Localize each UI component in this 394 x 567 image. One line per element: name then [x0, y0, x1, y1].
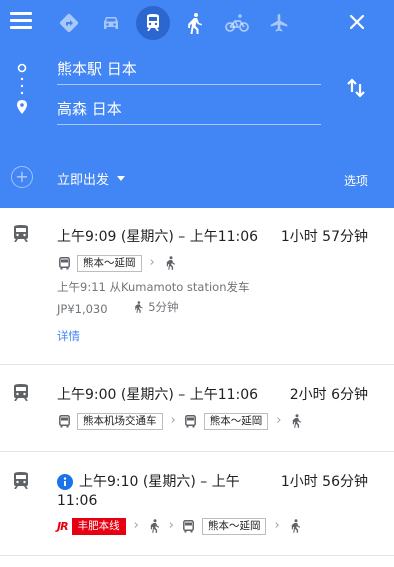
route-times: 上午9:09 (星期六) – 上午11:06	[57, 229, 259, 245]
chevron-right-icon: ›	[149, 255, 155, 270]
route-option[interactable]: 上午9:10 (星期六) – 上午 11:06 1小时 56分钟 JR 丰肥本线…	[0, 452, 394, 556]
bus-icon	[184, 413, 198, 429]
route-times-continued: 11:06	[57, 493, 98, 509]
add-stop-icon[interactable]: +	[11, 166, 33, 188]
bus-icon	[57, 413, 71, 429]
transit-line-chip: 熊本～延岡	[201, 517, 267, 535]
close-button[interactable]	[344, 9, 370, 35]
route-steps: 熊本机场交通车 › 熊本～延岡 ›	[57, 411, 303, 431]
bus-icon	[182, 518, 196, 534]
route-times: 上午9:10 (星期六) – 上午	[79, 474, 240, 490]
route-steps: JR 丰肥本线 › › 熊本～延岡 ›	[57, 516, 302, 536]
best-route-mode-button[interactable]	[48, 4, 90, 42]
route-duration: 2小时 6分钟	[289, 387, 368, 403]
transit-icon	[147, 14, 159, 31]
walk-icon	[147, 518, 161, 534]
transit-line-chip: 熊本机场交通车	[77, 412, 163, 430]
route-duration: 1小时 57分钟	[280, 229, 368, 245]
cycling-mode-button[interactable]	[216, 4, 258, 42]
transit-icon	[14, 384, 28, 401]
route-times: 上午9:00 (星期六) – 上午11:06	[57, 387, 259, 403]
bus-icon	[57, 255, 71, 271]
jr-logo-icon: JR	[57, 519, 69, 533]
chevron-right-icon: ›	[133, 518, 139, 533]
origin-dot-icon	[17, 63, 27, 73]
destination-pin-icon	[17, 100, 27, 114]
route-option[interactable]: 上午9:00 (星期六) – 上午11:06 2小时 6分钟 熊本机场交通车 ›…	[0, 365, 394, 452]
flight-mode-button[interactable]	[258, 4, 300, 42]
walk-icon	[288, 518, 302, 534]
hamburger-menu-icon[interactable]	[10, 12, 32, 32]
details-link[interactable]: 详情	[57, 328, 80, 344]
depart-time-dropdown[interactable]: 立即出发	[57, 169, 126, 188]
transit-line-chip: 熊本～延岡	[77, 254, 142, 272]
chevron-right-icon: ›	[170, 413, 176, 428]
destination-input[interactable]: 高森 日本	[57, 99, 321, 125]
chevron-right-icon: ›	[276, 413, 282, 428]
walk-duration: 5分钟	[133, 299, 179, 315]
chevron-right-icon: ›	[274, 518, 280, 533]
best-route-icon	[59, 13, 79, 33]
info-icon[interactable]	[57, 474, 73, 490]
departure-info: 上午9:11 从Kumamoto station发车	[57, 280, 250, 294]
options-button[interactable]: 选项	[344, 172, 368, 189]
walk-icon	[163, 255, 177, 271]
dropdown-caret-icon	[117, 176, 126, 181]
chevron-right-icon: ›	[168, 518, 174, 533]
fare-amount: JP¥1,030	[57, 302, 108, 316]
travel-mode-bar	[48, 3, 300, 43]
close-icon	[349, 14, 365, 30]
swap-icon[interactable]	[344, 76, 368, 100]
transit-icon	[14, 225, 28, 242]
walking-mode-button[interactable]	[174, 4, 216, 42]
depart-time-label: 立即出发	[57, 173, 110, 188]
route-option[interactable]: 上午9:09 (星期六) – 上午11:06 1小时 57分钟 熊本～延岡 › …	[0, 208, 394, 365]
transit-icon	[14, 472, 28, 489]
transit-line-chip: 熊本～延岡	[203, 412, 269, 430]
walk-icon	[188, 13, 202, 34]
car-icon	[104, 17, 118, 29]
flight-icon	[270, 14, 288, 32]
fare-row: JP¥1,030 5分钟	[57, 299, 179, 317]
transit-mode-button[interactable]	[132, 4, 174, 42]
route-steps: 熊本～延岡 ›	[57, 253, 177, 273]
transit-mode-selected	[136, 6, 170, 40]
driving-mode-button[interactable]	[90, 4, 132, 42]
walk-time: 5分钟	[148, 300, 179, 314]
bicycle-icon	[225, 14, 249, 32]
walk-icon	[135, 301, 143, 313]
rail-line-badge: 丰肥本线	[71, 517, 126, 535]
route-duration: 1小时 56分钟	[280, 474, 368, 490]
waypoint-icons	[14, 62, 30, 122]
walk-icon	[289, 413, 303, 429]
origin-input[interactable]: 熊本駅 日本	[57, 59, 321, 85]
